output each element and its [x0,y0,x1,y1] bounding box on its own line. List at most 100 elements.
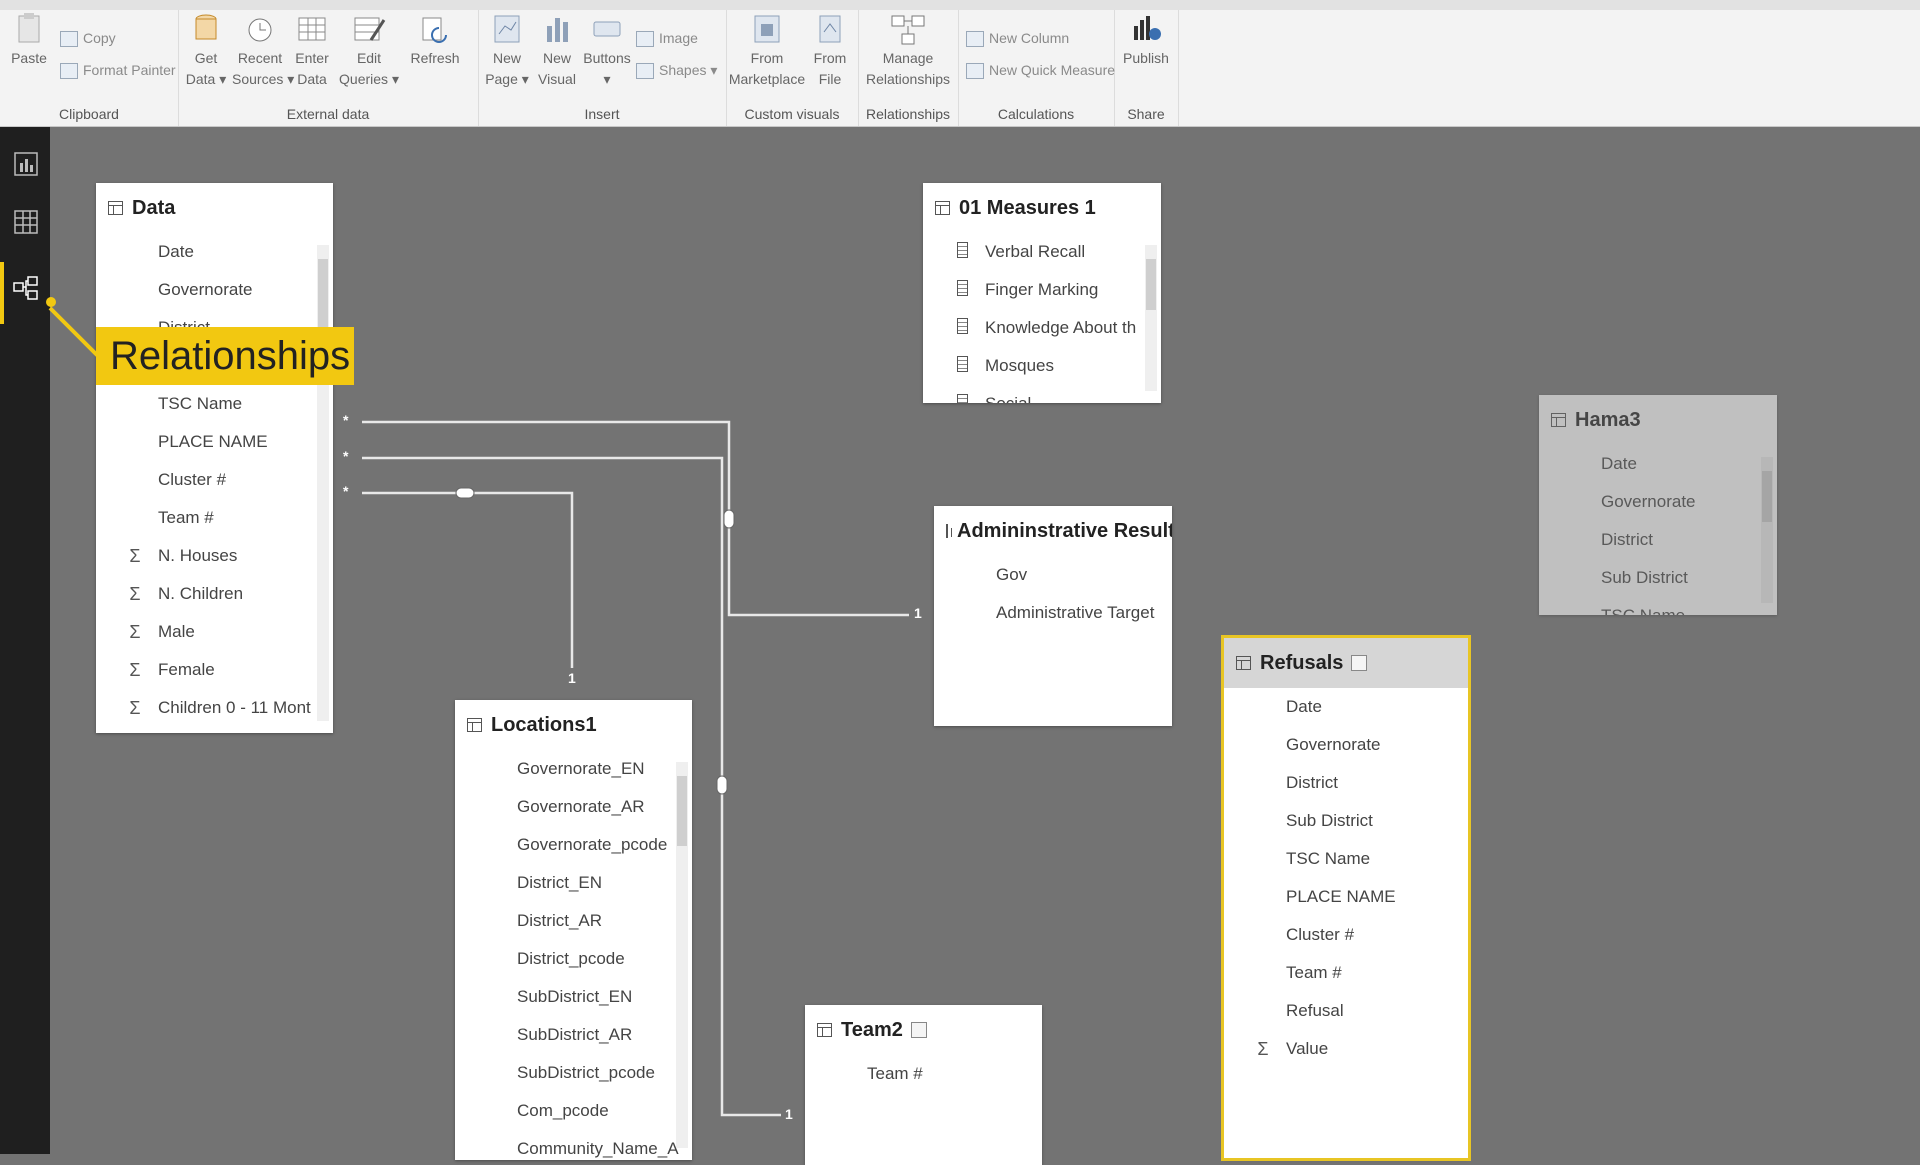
field-row[interactable]: Male [96,613,333,651]
table-refusals[interactable]: Refusals Date Governorate District Sub Distr… [1221,635,1471,1161]
scrollbar[interactable] [317,245,329,721]
table-header[interactable]: 01 Measures 1 [923,183,1161,233]
field-row[interactable]: PLACE NAME [96,423,333,461]
field-row[interactable]: Com_pcode [455,1092,692,1130]
field-row[interactable]: Knowledge About th [923,309,1161,347]
relationships-group-label: Relationships [865,106,951,122]
scrollbar-thumb[interactable] [1146,259,1156,311]
field-row[interactable]: Female [96,651,333,689]
collapse-icon[interactable] [910,1022,927,1038]
relationships-view-icon[interactable] [13,275,39,301]
format-painter-button[interactable]: Format Painter [60,62,176,80]
field-row[interactable]: Team # [805,1055,1042,1093]
refresh-button[interactable]: Refresh [402,12,468,69]
data-view-icon[interactable] [13,209,39,235]
paste-button[interactable]: Paste [0,12,58,69]
field-row[interactable]: Cluster # [96,461,333,499]
field-row[interactable]: N. Houses [96,537,333,575]
field-row[interactable]: District [1224,764,1468,802]
scrollbar-thumb[interactable] [677,776,687,846]
new-quick-measure-button[interactable]: New Quick Measure [966,62,1115,80]
table-data[interactable]: DataDateGovernorateDistrictSub DistrictT… [96,183,333,733]
field-name: Administrative Target [996,603,1155,622]
table-locations1[interactable]: Locations1 Governorate_EN Governorate_AR Go… [455,700,692,1160]
field-row[interactable]: Date [96,233,333,271]
scrollbar[interactable] [1145,245,1157,391]
field-row[interactable]: District_EN [455,864,692,902]
field-row[interactable]: Cluster # [1224,916,1468,954]
table-header[interactable]: Team2 [805,1005,1042,1055]
field-row[interactable]: SubDistrict_AR [455,1016,692,1054]
field-row[interactable]: Governorate [96,271,333,309]
table-01-measures-1[interactable]: 01 Measures 1 Verbal Recall Finger Marking… [923,183,1161,403]
field-row[interactable]: Governorate_AR [455,788,692,826]
field-row[interactable]: Gov [934,556,1172,594]
scrollbar[interactable] [1761,457,1773,603]
field-row[interactable]: Sub District [1224,802,1468,840]
field-name: Date [1286,697,1322,716]
new-column-button[interactable]: New Column [966,30,1069,48]
field-row[interactable]: Finger Marking [923,271,1161,309]
field-row[interactable]: Social [923,385,1161,403]
table-team2[interactable]: Team2 Team # [805,1005,1042,1165]
field-row[interactable]: Date [1224,688,1468,726]
field-row[interactable]: N. Children [96,575,333,613]
table-header[interactable]: Data [96,183,333,233]
field-row[interactable]: Mosques [923,347,1161,385]
cardinality-many-label: * [343,448,349,464]
field-row[interactable]: Date [1539,445,1777,483]
shapes-button[interactable]: Shapes ▾ [636,62,717,80]
from-marketplace-button[interactable]: From Marketplace [726,12,808,90]
table-header[interactable]: Hama3 [1539,395,1777,445]
table-title: Team2 [841,1018,903,1041]
collapse-icon[interactable] [1351,655,1368,671]
field-row[interactable]: Team # [1224,954,1468,992]
table-header[interactable]: Admininstrative Results [934,506,1172,556]
cardinality-one-label: 1 [914,605,922,621]
recent-sources-button[interactable]: Recent Sources ▾ [232,12,294,90]
field-row[interactable]: SubDistrict_pcode [455,1054,692,1092]
report-view-icon[interactable] [13,151,39,177]
scrollbar-thumb[interactable] [1762,471,1772,523]
field-row[interactable]: TSC Name [1539,597,1777,615]
field-row[interactable]: Governorate [1539,483,1777,521]
calculator-icon [951,394,973,404]
field-row[interactable]: SubDistrict_EN [455,978,692,1016]
scrollbar[interactable] [676,762,688,1148]
field-row[interactable]: TSC Name [96,385,333,423]
image-button[interactable]: Image [636,30,698,48]
scrollbar-thumb[interactable] [318,259,328,329]
copy-button[interactable]: Copy [60,30,116,48]
field-row[interactable]: Verbal Recall [923,233,1161,271]
field-row[interactable]: Administrative Target [934,594,1172,632]
field-name: Social [985,394,1031,403]
field-row[interactable]: Governorate [1224,726,1468,764]
field-row[interactable]: District_pcode [455,940,692,978]
field-name: Governorate_AR [517,797,645,816]
field-row[interactable]: Community_Name_A [455,1130,692,1160]
field-row[interactable]: District_AR [455,902,692,940]
table-admininstrative-results[interactable]: Admininstrative Results Gov Administrative… [934,506,1172,726]
field-row[interactable]: PLACE NAME [1224,878,1468,916]
field-row[interactable]: Children 0 - 11 Mont [96,689,333,727]
field-row[interactable]: District [1539,521,1777,559]
manage-relationships-button[interactable]: Manage Relationships [858,12,958,90]
publish-button[interactable]: Publish [1116,12,1176,69]
from-file-button[interactable]: From File [804,12,856,90]
field-row[interactable]: Team # [96,499,333,537]
field-row[interactable]: Sub District [1539,559,1777,597]
buttons-button[interactable]: Buttons ▾ [578,12,636,90]
edit-queries-button[interactable]: Edit Queries ▾ [334,12,404,90]
field-row[interactable]: TSC Name [1224,840,1468,878]
table-hama3[interactable]: Hama3 Date Governorate District Sub District… [1539,395,1777,615]
enter-data-button[interactable]: Enter Data [286,12,338,90]
table-header[interactable]: Refusals [1224,638,1468,688]
field-name: Value [1286,1039,1329,1058]
field-row[interactable]: Refusal [1224,992,1468,1030]
field-row[interactable]: Governorate_pcode [455,826,692,864]
field-name: Cluster # [1286,925,1355,944]
field-row[interactable]: Governorate_EN [455,750,692,788]
get-data-button[interactable]: Get Data ▾ [178,12,234,90]
field-row[interactable]: Value [1224,1030,1468,1068]
table-header[interactable]: Locations1 [455,700,692,750]
